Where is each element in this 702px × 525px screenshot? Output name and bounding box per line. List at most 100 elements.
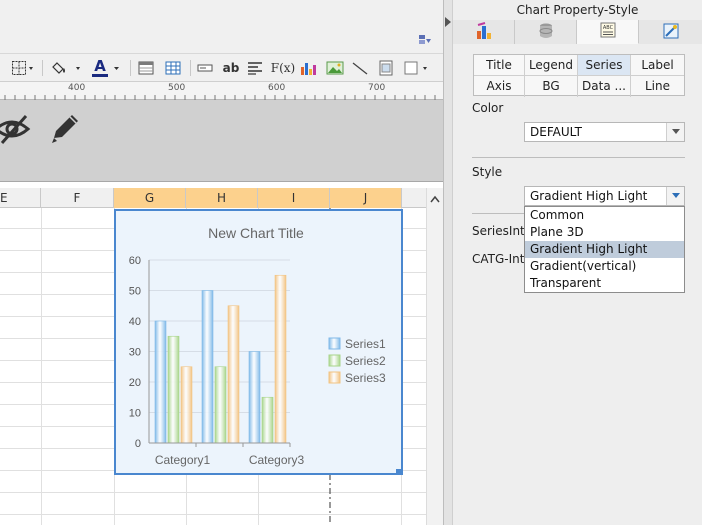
ruler-label: 500 bbox=[168, 83, 186, 93]
frame-dropdown-icon[interactable] bbox=[402, 58, 432, 78]
y-tick-label: 20 bbox=[129, 377, 141, 389]
collapse-arrow-icon[interactable] bbox=[445, 16, 451, 30]
merge-cells-icon[interactable] bbox=[137, 58, 155, 78]
bar-series3-category2 bbox=[227, 305, 240, 444]
bar-series2-category2 bbox=[214, 366, 227, 444]
y-tick-label: 40 bbox=[129, 316, 141, 328]
x-tick-label: Category3 bbox=[249, 453, 305, 467]
color-select[interactable]: DEFAULT bbox=[524, 122, 685, 142]
style-option-plane-3d[interactable]: Plane 3D bbox=[525, 224, 684, 241]
chevron-down-icon[interactable] bbox=[666, 187, 684, 205]
legend-swatch bbox=[328, 371, 341, 384]
subtab-axis[interactable]: Axis bbox=[474, 76, 525, 97]
bar-chart: New Chart Title 0 10 20 30 40 50 60 Category1 Ca… bbox=[129, 225, 401, 473]
horizontal-ruler: 400 500 600 700 bbox=[0, 82, 443, 100]
column-header: E F G H I J bbox=[0, 188, 426, 208]
text-field-icon[interactable] bbox=[196, 58, 214, 78]
svg-text:ABC: ABC bbox=[602, 25, 613, 31]
panel-tabs: ABC bbox=[453, 20, 702, 44]
database-icon bbox=[538, 22, 554, 43]
chart-icon[interactable] bbox=[298, 58, 318, 78]
chart-title: New Chart Title bbox=[208, 225, 304, 241]
style-select-value: Gradient High Light bbox=[530, 189, 648, 203]
y-tick-label: 50 bbox=[129, 286, 141, 298]
subtab-legend[interactable]: Legend bbox=[525, 55, 578, 76]
chevron-down-icon[interactable] bbox=[666, 123, 684, 141]
legend-swatch bbox=[328, 337, 341, 350]
tab-data[interactable] bbox=[515, 20, 577, 44]
color-label: Color bbox=[472, 101, 504, 115]
column-header-f[interactable]: F bbox=[41, 188, 114, 208]
special-icon bbox=[662, 22, 680, 43]
bar-series3-category3 bbox=[274, 274, 287, 444]
y-tick-label: 0 bbox=[135, 438, 141, 450]
tab-style[interactable]: ABC bbox=[577, 20, 639, 44]
color-select-value: DEFAULT bbox=[530, 125, 582, 139]
tab-chart-type[interactable] bbox=[453, 20, 515, 44]
resize-handle[interactable] bbox=[396, 469, 401, 473]
subtab-label[interactable]: Label bbox=[631, 55, 684, 76]
hide-icon[interactable] bbox=[0, 112, 34, 149]
bar-series2-category1 bbox=[167, 335, 180, 444]
style-icon: ABC bbox=[599, 21, 617, 42]
report-editor: A ab F(x) 400 500 600 700 E F G H I J Ne… bbox=[0, 0, 443, 525]
panel-splitter[interactable] bbox=[443, 0, 453, 525]
ruler-label: 400 bbox=[68, 83, 86, 93]
bar-series1-category2 bbox=[201, 290, 214, 444]
style-option-gradient-high-light[interactable]: Gradient High Light bbox=[525, 241, 684, 258]
catg-interval-label: CATG-Int bbox=[472, 252, 525, 266]
bar-series1-category3 bbox=[248, 351, 261, 444]
bar-series1-category1 bbox=[154, 320, 167, 444]
legend-label: Series3 bbox=[345, 371, 386, 385]
line-icon[interactable] bbox=[350, 58, 370, 78]
column-header-i[interactable]: I bbox=[258, 188, 330, 208]
column-header-e[interactable]: E bbox=[0, 188, 41, 208]
edit-pencil-icon[interactable] bbox=[48, 112, 82, 149]
subtab-bg[interactable]: BG bbox=[525, 76, 578, 97]
legend-label: Series1 bbox=[345, 337, 386, 351]
column-header-h[interactable]: H bbox=[186, 188, 258, 208]
text-ab-icon[interactable]: ab bbox=[220, 58, 242, 78]
subtab-line[interactable]: Line bbox=[631, 76, 684, 97]
style-option-common[interactable]: Common bbox=[525, 207, 684, 224]
style-option-gradient-vertical[interactable]: Gradient(vertical) bbox=[525, 258, 684, 275]
subreport-icon[interactable] bbox=[376, 58, 396, 78]
y-tick-label: 60 bbox=[129, 255, 141, 267]
ruler-label: 600 bbox=[268, 83, 286, 93]
bar-series3-category1 bbox=[180, 366, 193, 444]
y-tick-label: 10 bbox=[129, 408, 141, 420]
font-color-icon[interactable]: A bbox=[90, 58, 124, 78]
style-dropdown-list: Common Plane 3D Gradient High Light Grad… bbox=[524, 206, 685, 293]
quick-tools-bar bbox=[0, 100, 443, 182]
panel-menu-icon[interactable] bbox=[418, 34, 432, 49]
align-icon[interactable] bbox=[246, 58, 264, 78]
tab-special[interactable] bbox=[639, 20, 702, 44]
subtab-series[interactable]: Series bbox=[578, 55, 631, 76]
top-panel bbox=[0, 0, 443, 54]
panel-title: Chart Property-Style bbox=[516, 3, 639, 17]
fill-color-icon[interactable] bbox=[52, 58, 82, 78]
font-color-letter: A bbox=[92, 57, 108, 77]
chart-property-panel: Chart Property-Style ABC Title Legend Se… bbox=[453, 0, 702, 525]
scroll-up-icon[interactable] bbox=[430, 192, 440, 206]
border-icon[interactable] bbox=[10, 58, 36, 78]
formula-icon[interactable]: F(x) bbox=[271, 58, 295, 78]
table-grid-icon[interactable] bbox=[164, 58, 182, 78]
vertical-scrollbar[interactable] bbox=[426, 188, 443, 525]
style-select[interactable]: Gradient High Light bbox=[524, 186, 685, 206]
bar-series2-category3 bbox=[261, 396, 274, 444]
subtab-data[interactable]: Data ... bbox=[578, 76, 631, 97]
style-label: Style bbox=[472, 165, 503, 179]
formatting-toolbar: A ab F(x) bbox=[0, 54, 443, 82]
column-header-g[interactable]: G bbox=[114, 188, 186, 208]
column-header-j[interactable]: J bbox=[330, 188, 402, 208]
y-tick-label: 30 bbox=[129, 347, 141, 359]
style-subtabs: Title Legend Series Label Axis BG Data .… bbox=[473, 54, 685, 97]
chart-type-icon bbox=[475, 21, 493, 43]
image-icon[interactable] bbox=[324, 58, 346, 78]
style-option-transparent[interactable]: Transparent bbox=[525, 275, 684, 292]
chart-object[interactable]: New Chart Title 0 10 20 30 40 50 60 Category1 Ca… bbox=[114, 209, 403, 475]
legend-swatch bbox=[328, 354, 341, 367]
subtab-title[interactable]: Title bbox=[474, 55, 525, 76]
legend-label: Series2 bbox=[345, 354, 386, 368]
